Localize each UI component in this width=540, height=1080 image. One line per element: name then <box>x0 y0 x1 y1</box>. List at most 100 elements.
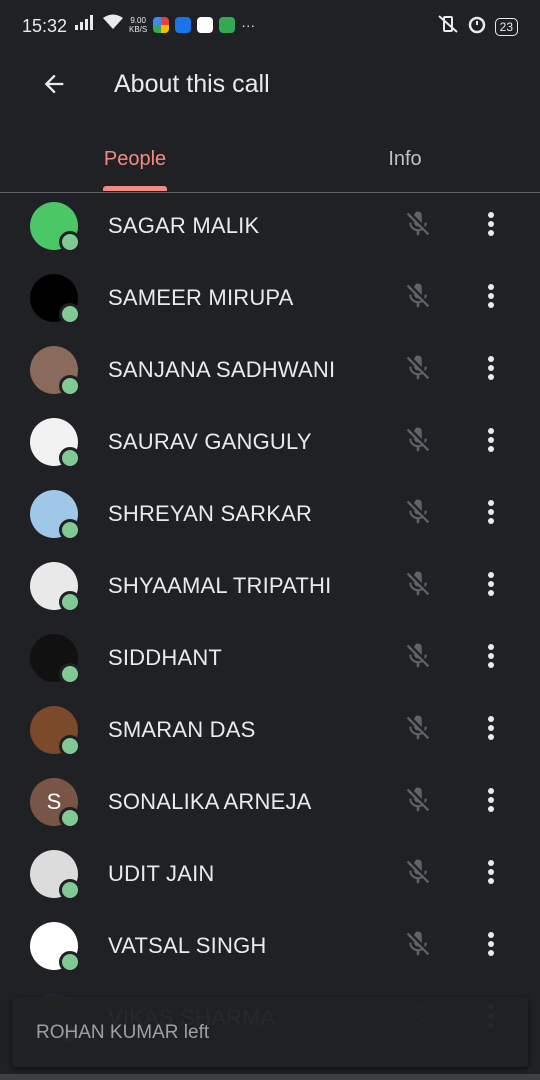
more-options-button[interactable] <box>476 784 506 820</box>
presence-dot <box>59 447 81 469</box>
mic-off-button[interactable] <box>400 568 436 604</box>
more-vert-icon <box>487 570 495 603</box>
mic-off-button[interactable] <box>400 280 436 316</box>
mic-off-icon <box>403 713 433 748</box>
mic-off-icon <box>403 785 433 820</box>
presence-dot <box>59 951 81 973</box>
gallery-app-icon <box>197 16 214 33</box>
presence-dot <box>59 303 81 325</box>
participant-name: SONALIKA ARNEJA <box>108 789 312 814</box>
next-row-peek <box>0 1074 540 1080</box>
participant-row[interactable]: SMARAN DAS <box>0 694 540 766</box>
mic-off-icon <box>403 209 433 244</box>
mic-off-button[interactable] <box>400 496 436 532</box>
participant-name: SAGAR MALIK <box>108 213 260 238</box>
participant-name: SHYAAMAL TRIPATHI <box>108 573 332 598</box>
snackbar: ROHAN KUMAR left <box>12 997 528 1067</box>
snackbar-message: ROHAN KUMAR left <box>36 1022 210 1043</box>
presence-dot <box>59 807 81 829</box>
status-bar: 15:32 9.00 KB/S ··· 23 <box>0 0 540 54</box>
participant-row[interactable]: SAGAR MALIK <box>0 190 540 262</box>
participant-name: SAMEER MIRUPA <box>108 285 294 310</box>
presence-dot <box>59 519 81 541</box>
participant-name: SMARAN DAS <box>108 717 256 742</box>
more-options-button[interactable] <box>476 424 506 460</box>
more-notifications-icon: ··· <box>241 16 256 33</box>
more-vert-icon <box>487 282 495 315</box>
participant-row[interactable]: SIDDHANT <box>0 622 540 694</box>
participant-row[interactable]: SAMEER MIRUPA <box>0 262 540 334</box>
participant-row[interactable]: SHYAAMAL TRIPATHI <box>0 550 540 622</box>
participant-row[interactable]: VATSAL SINGH <box>0 910 540 982</box>
alarm-icon <box>467 14 487 39</box>
avatar-initial: S <box>46 789 62 814</box>
more-vert-icon <box>487 210 495 243</box>
mic-off-button[interactable] <box>400 856 436 892</box>
more-options-button[interactable] <box>476 568 506 604</box>
mic-off-button[interactable] <box>400 208 436 244</box>
photos-app-icon <box>153 16 170 33</box>
meet-app-icon <box>175 16 192 33</box>
tab-people[interactable]: People <box>0 128 270 191</box>
wifi-icon <box>103 14 123 35</box>
participant-name: VATSAL SINGH <box>108 933 267 958</box>
more-options-button[interactable] <box>476 496 506 532</box>
app-header: About this call <box>0 54 540 118</box>
tab-bar: People Info <box>0 128 540 193</box>
mic-off-button[interactable] <box>400 712 436 748</box>
participant-name: SAURAV GANGULY <box>108 429 312 454</box>
mic-off-button[interactable] <box>400 784 436 820</box>
mic-off-button[interactable] <box>400 928 436 964</box>
arrow-back-icon <box>40 70 68 103</box>
mic-off-button[interactable] <box>400 352 436 388</box>
status-right-icons: 23 <box>437 14 518 39</box>
more-options-button[interactable] <box>476 928 506 964</box>
mic-off-icon <box>403 425 433 460</box>
more-vert-icon <box>487 930 495 963</box>
participant-row[interactable]: SHREYAN SARKAR <box>0 478 540 550</box>
presence-dot <box>59 375 81 397</box>
more-options-button[interactable] <box>476 208 506 244</box>
mic-off-button[interactable] <box>400 640 436 676</box>
participant-name: SANJANA SADHWANI <box>108 357 336 382</box>
mic-off-icon <box>403 281 433 316</box>
net-speed: 9.00 KB/S <box>129 15 148 34</box>
participant-row[interactable]: S SONALIKA ARNEJA <box>0 766 540 838</box>
signal-icon <box>75 14 97 35</box>
participant-row[interactable]: SAURAV GANGULY <box>0 406 540 478</box>
back-button[interactable] <box>32 64 76 108</box>
presence-dot <box>59 231 81 253</box>
more-vert-icon <box>487 354 495 387</box>
tab-info[interactable]: Info <box>270 128 540 191</box>
participant-name: UDIT JAIN <box>108 861 215 886</box>
more-vert-icon <box>487 642 495 675</box>
more-options-button[interactable] <box>476 280 506 316</box>
status-left-icons: 9.00 KB/S ··· <box>75 14 255 35</box>
more-options-button[interactable] <box>476 640 506 676</box>
more-options-button[interactable] <box>476 712 506 748</box>
mic-off-icon <box>403 353 433 388</box>
more-options-button[interactable] <box>476 352 506 388</box>
more-vert-icon <box>487 714 495 747</box>
participant-row[interactable]: SANJANA SADHWANI <box>0 334 540 406</box>
page-title: About this call <box>114 70 270 98</box>
participant-row[interactable]: UDIT JAIN <box>0 838 540 910</box>
more-options-button[interactable] <box>476 856 506 892</box>
more-vert-icon <box>487 498 495 531</box>
status-time: 15:32 <box>22 16 68 36</box>
battery-indicator: 23 <box>494 17 518 36</box>
mic-off-button[interactable] <box>400 424 436 460</box>
mic-off-icon <box>403 929 433 964</box>
presence-dot <box>59 879 81 901</box>
more-vert-icon <box>487 786 495 819</box>
participant-name: SIDDHANT <box>108 645 223 670</box>
messages-app-icon <box>219 16 236 33</box>
mic-off-icon <box>403 569 433 604</box>
presence-dot <box>59 663 81 685</box>
participant-name: SHREYAN SARKAR <box>108 501 313 526</box>
mic-off-icon <box>403 857 433 892</box>
mic-off-icon <box>403 497 433 532</box>
presence-dot <box>59 735 81 757</box>
presence-dot <box>59 591 81 613</box>
more-vert-icon <box>487 858 495 891</box>
